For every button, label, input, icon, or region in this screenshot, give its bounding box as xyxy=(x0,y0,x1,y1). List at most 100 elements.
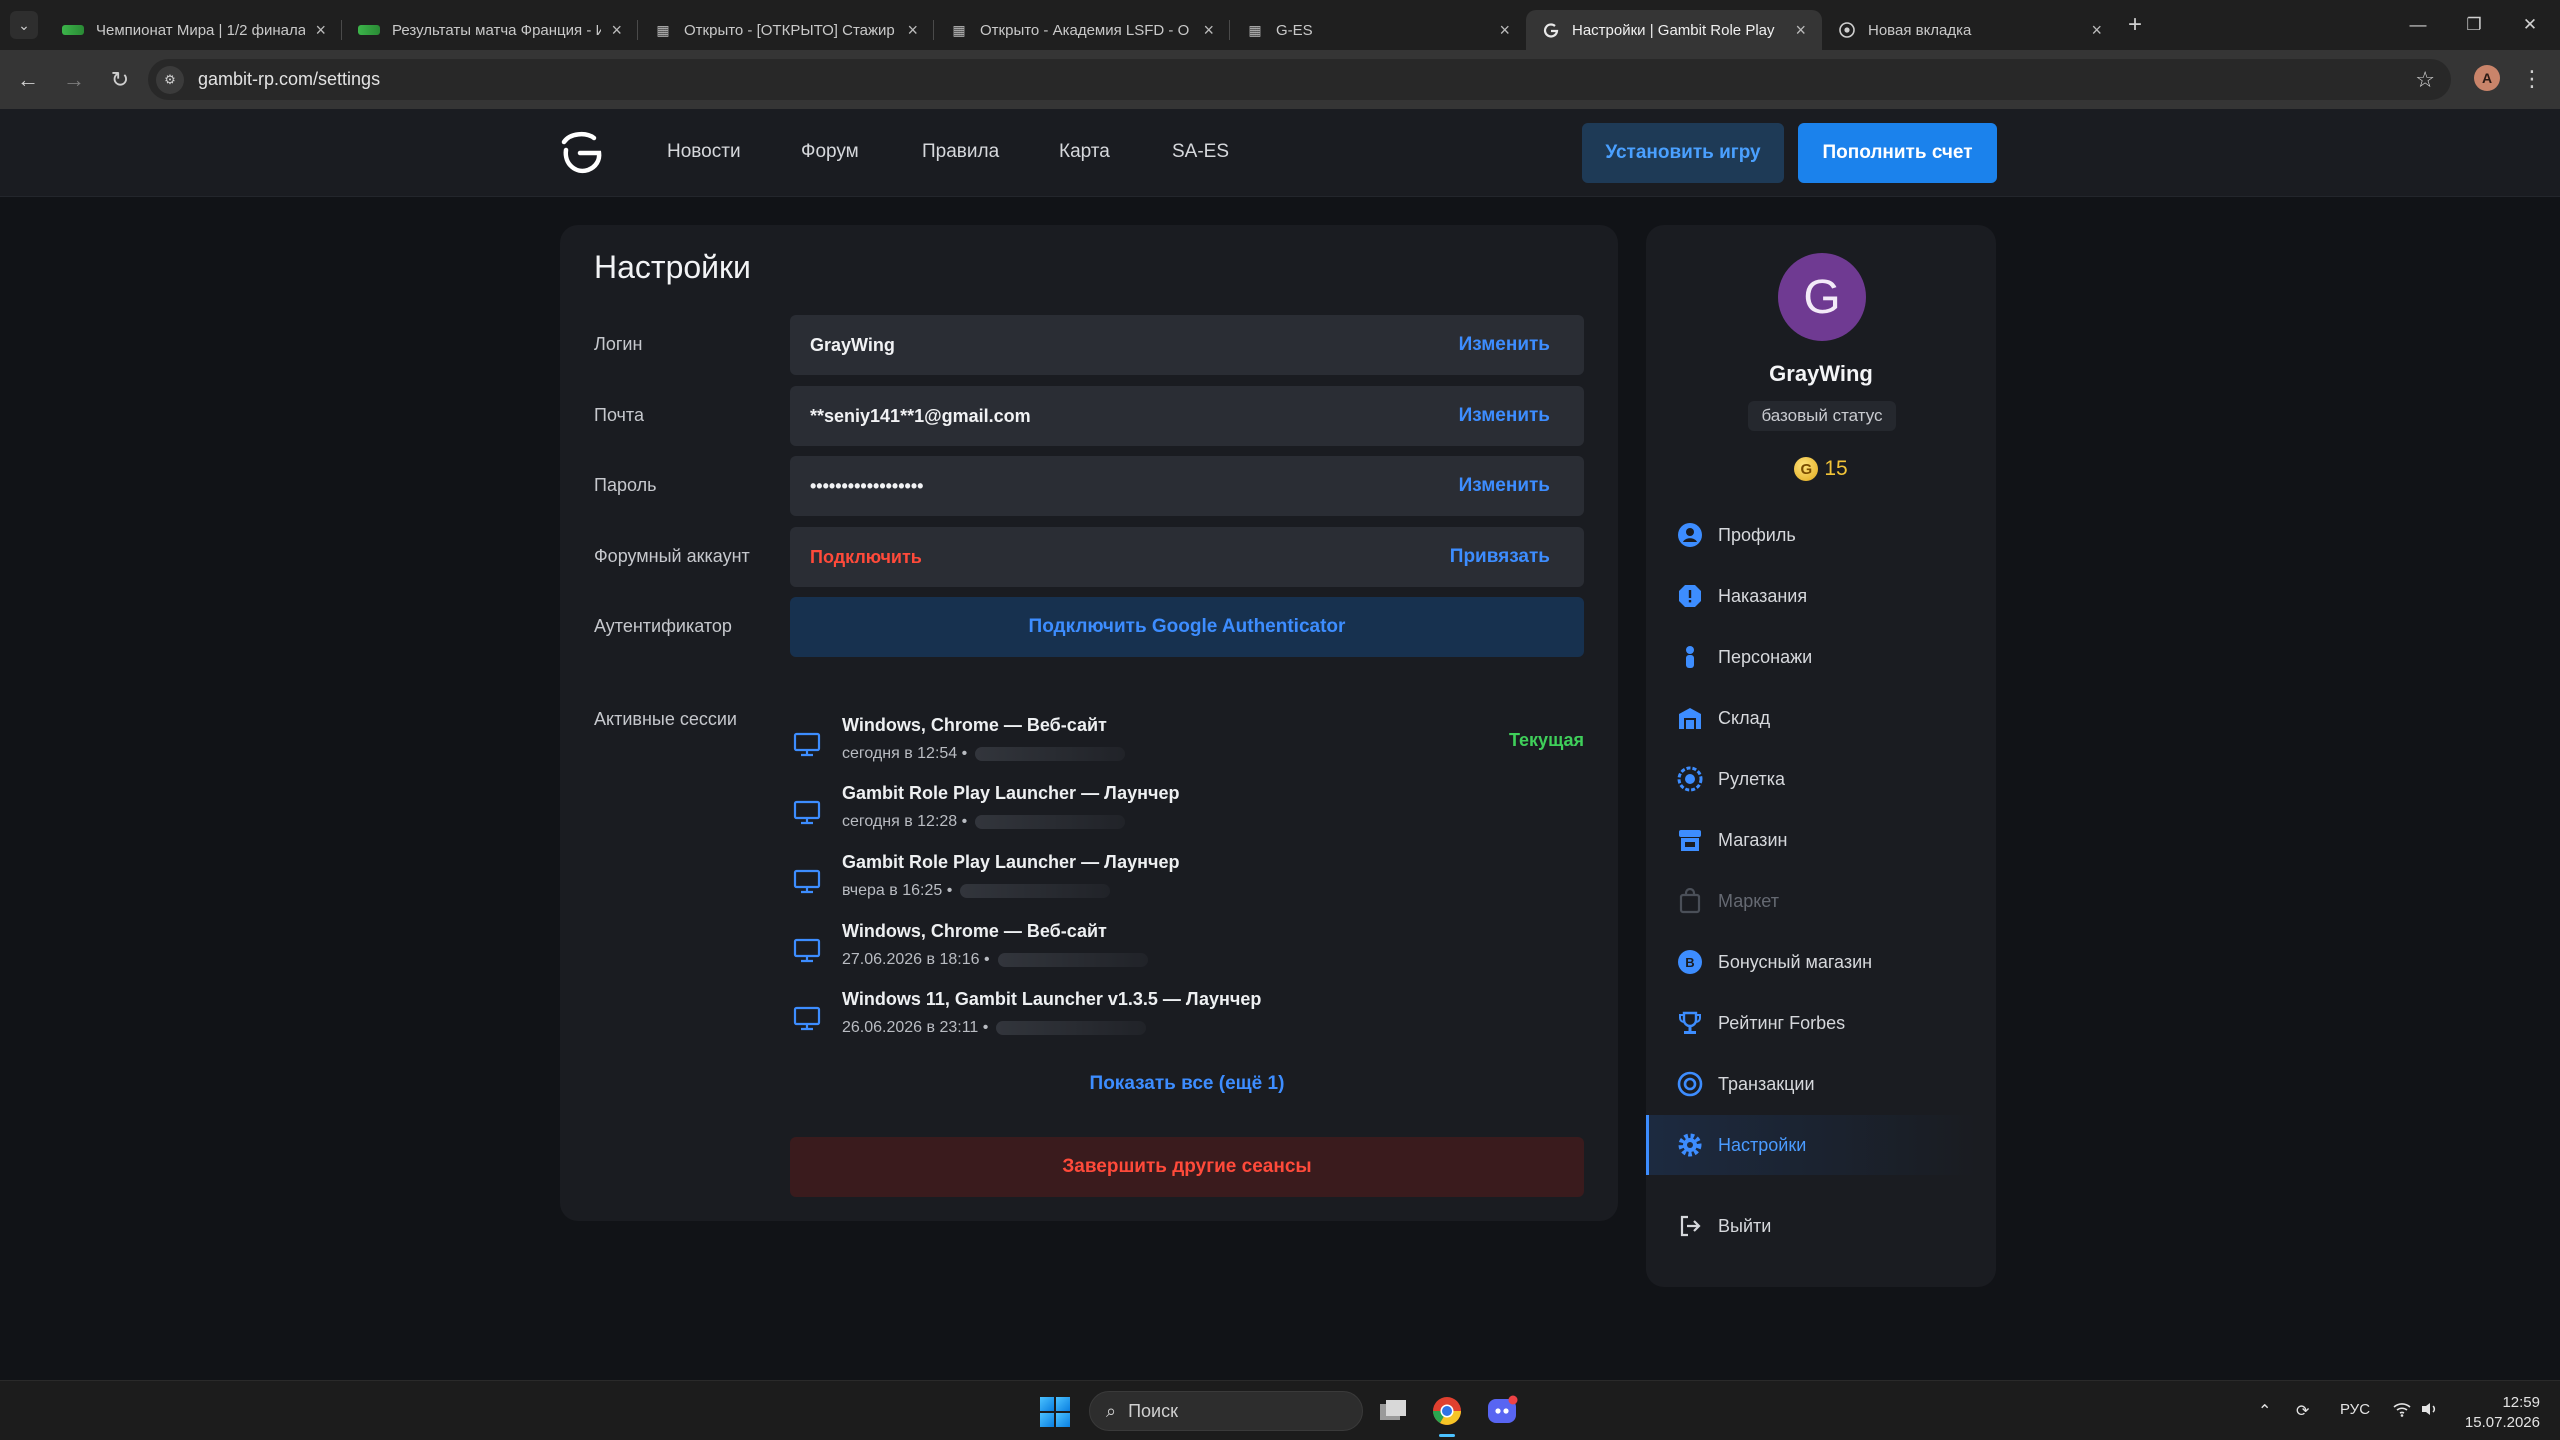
forum-account-label: Форумный аккаунт xyxy=(594,546,750,566)
wifi-icon[interactable] xyxy=(2392,1401,2412,1422)
window-close-icon[interactable]: ✕ xyxy=(2502,0,2558,50)
clock-time: 12:59 xyxy=(2502,1394,2540,1411)
browser-tab[interactable]: Чемпионат Мира | 1/2 финала × xyxy=(46,10,342,50)
link-forum-button[interactable]: Привязать xyxy=(1450,546,1550,568)
warning-icon xyxy=(1676,582,1704,610)
google-authenticator-label: Подключить Google Authenticator xyxy=(1028,616,1346,637)
session-name: Gambit Role Play Launcher — Лаунчер xyxy=(842,852,1180,872)
browser-menu-icon[interactable]: ⋮ xyxy=(2521,64,2543,94)
tab-title: G-ES xyxy=(1276,21,1313,39)
new-tab-plus-icon[interactable]: + xyxy=(2128,11,2142,39)
volume-icon[interactable] xyxy=(2420,1401,2438,1422)
browser-tab-active[interactable]: Настройки | Gambit Role Play × xyxy=(1526,10,1822,50)
sidebar-item-bonus-shop[interactable]: B Бонусный магазин xyxy=(1646,932,1976,992)
tab-title: Новая вкладка xyxy=(1868,21,1972,39)
sidebar-item-characters[interactable]: Персонажи xyxy=(1646,627,1976,687)
gambit-logo[interactable] xyxy=(556,128,606,178)
chrome-taskbar-icon[interactable] xyxy=(1427,1391,1467,1437)
sidebar-item-logout[interactable]: Выйти xyxy=(1646,1196,1976,1256)
browser-tab[interactable]: Результаты матча Франция - И × xyxy=(342,10,638,50)
site-info-icon[interactable]: ⚙ xyxy=(156,65,184,94)
nav-sa-es[interactable]: SA-ES xyxy=(1172,141,1229,163)
session-name: Windows, Chrome — Веб-сайт xyxy=(842,921,1107,941)
show-all-sessions-link[interactable]: Показать все (ещё 1) xyxy=(790,1073,1584,1095)
sync-icon[interactable]: ⟳ xyxy=(2296,1401,2309,1421)
close-icon[interactable]: × xyxy=(1203,20,1214,41)
sidebar-item-market[interactable]: Маркет xyxy=(1646,871,1976,931)
close-icon[interactable]: × xyxy=(1795,20,1806,41)
back-arrow-icon[interactable]: ← xyxy=(10,62,46,98)
session-item: Windows 11, Gambit Launcher v1.3.5 — Лау… xyxy=(790,989,1584,1049)
close-icon[interactable]: × xyxy=(611,20,622,41)
forum-icon: ▦ xyxy=(656,21,670,38)
close-icon[interactable]: × xyxy=(2091,20,2102,41)
warehouse-icon xyxy=(1676,704,1704,732)
sidebar-item-label: Рулетка xyxy=(1718,768,1786,789)
nav-forum[interactable]: Форум xyxy=(801,141,859,163)
sidebar-item-label: Склад xyxy=(1718,707,1771,728)
address-bar[interactable]: ⚙ gambit-rp.com/settings ☆ xyxy=(148,59,2451,100)
url-text[interactable]: gambit-rp.com/settings xyxy=(198,69,380,90)
change-email-button[interactable]: Изменить xyxy=(1459,405,1550,427)
install-game-button[interactable]: Установить игру xyxy=(1582,123,1784,183)
session-item: Windows, Chrome — Веб-сайт 27.06.2026 в … xyxy=(790,921,1584,981)
monitor-icon xyxy=(793,1006,821,1031)
windows-start-icon[interactable] xyxy=(1040,1397,1070,1427)
sidebar-item-punishments[interactable]: Наказания xyxy=(1646,566,1976,626)
sidebar-item-label: Наказания xyxy=(1718,585,1808,606)
nav-news[interactable]: Новости xyxy=(667,141,741,163)
discord-icon[interactable] xyxy=(1482,1391,1522,1431)
browser-tab[interactable]: ▦ Открыто - [ОТКРЫТО] Стажир × xyxy=(638,10,934,50)
language-indicator[interactable]: РУС xyxy=(2340,1401,2370,1418)
system-clock[interactable]: 12:59 15.07.2026 xyxy=(2450,1393,2540,1433)
login-field: GrayWing Изменить xyxy=(790,315,1584,375)
chevron-up-icon[interactable]: ⌃ xyxy=(2258,1401,2271,1421)
restore-icon[interactable]: ❐ xyxy=(2446,0,2502,50)
change-password-button[interactable]: Изменить xyxy=(1459,475,1550,497)
sidebar-item-shop[interactable]: Магазин xyxy=(1646,810,1976,870)
tab-title: Открыто - Академия LSFD - О xyxy=(980,21,1190,39)
page-title: Настройки xyxy=(594,249,751,285)
browser-tab[interactable]: ▦ Открыто - Академия LSFD - О × xyxy=(934,10,1230,50)
sidebar-item-profile[interactable]: Профиль xyxy=(1646,505,1976,565)
bookmark-star-icon[interactable]: ☆ xyxy=(2415,67,2435,93)
login-label: Логин xyxy=(594,334,643,354)
profile-sidebar: G GrayWing базовый статус G 15 Профиль Н… xyxy=(1646,225,1996,1287)
sidebar-item-transactions[interactable]: Транзакции xyxy=(1646,1054,1976,1114)
current-session-badge: Текущая xyxy=(1508,730,1584,750)
monitor-icon xyxy=(793,869,821,894)
topup-button[interactable]: Пополнить счет xyxy=(1798,123,1997,183)
forum-connect-status[interactable]: Подключить xyxy=(810,547,1450,568)
nav-rules[interactable]: Правила xyxy=(922,141,999,163)
session-item: Gambit Role Play Launcher — Лаунчер вчер… xyxy=(790,852,1584,912)
sidebar-item-label: Маркет xyxy=(1718,890,1779,911)
sidebar-item-roulette[interactable]: Рулетка xyxy=(1646,749,1976,809)
task-view-icon[interactable] xyxy=(1373,1391,1413,1431)
end-other-sessions-button[interactable]: Завершить другие сеансы xyxy=(790,1137,1584,1197)
sidebar-item-warehouse[interactable]: Склад xyxy=(1646,688,1976,748)
profile-username: GrayWing xyxy=(1769,361,1873,386)
close-icon[interactable]: × xyxy=(907,20,918,41)
market-icon xyxy=(1676,887,1704,915)
browser-tab[interactable]: Новая вкладка × xyxy=(1822,10,2118,50)
nav-map[interactable]: Карта xyxy=(1059,141,1110,163)
close-icon[interactable]: × xyxy=(1499,20,1510,41)
password-label: Пароль xyxy=(594,475,657,495)
sidebar-item-label: Выйти xyxy=(1718,1215,1772,1236)
coin-balance: G 15 xyxy=(1646,457,1996,481)
forward-arrow-icon[interactable]: → xyxy=(56,62,92,98)
change-login-button[interactable]: Изменить xyxy=(1459,334,1550,356)
sidebar-item-settings[interactable]: Настройки xyxy=(1646,1115,1976,1175)
browser-profile-avatar[interactable]: A xyxy=(2474,65,2500,91)
sidebar-item-forbes-rating[interactable]: Рейтинг Forbes xyxy=(1646,993,1976,1053)
close-icon[interactable]: × xyxy=(315,20,326,41)
settings-card: Настройки Логин GrayWing Изменить Почта … xyxy=(560,225,1618,1221)
reload-icon[interactable]: ↻ xyxy=(102,62,138,98)
active-sessions-label: Активные сессии xyxy=(594,709,737,729)
taskbar-search[interactable]: ⌕ Поиск xyxy=(1089,1391,1363,1431)
windows-taskbar: ⌕ Поиск ⌃ ⟳ РУС 12:59 15.07.2026 xyxy=(0,1380,2560,1440)
browser-tab[interactable]: ▦ G-ES × xyxy=(1230,10,1526,50)
tab-search-icon[interactable]: ⌄ xyxy=(10,11,38,39)
minimize-icon[interactable]: — xyxy=(2390,0,2446,50)
google-authenticator-button[interactable]: Подключить Google Authenticator xyxy=(790,597,1584,657)
